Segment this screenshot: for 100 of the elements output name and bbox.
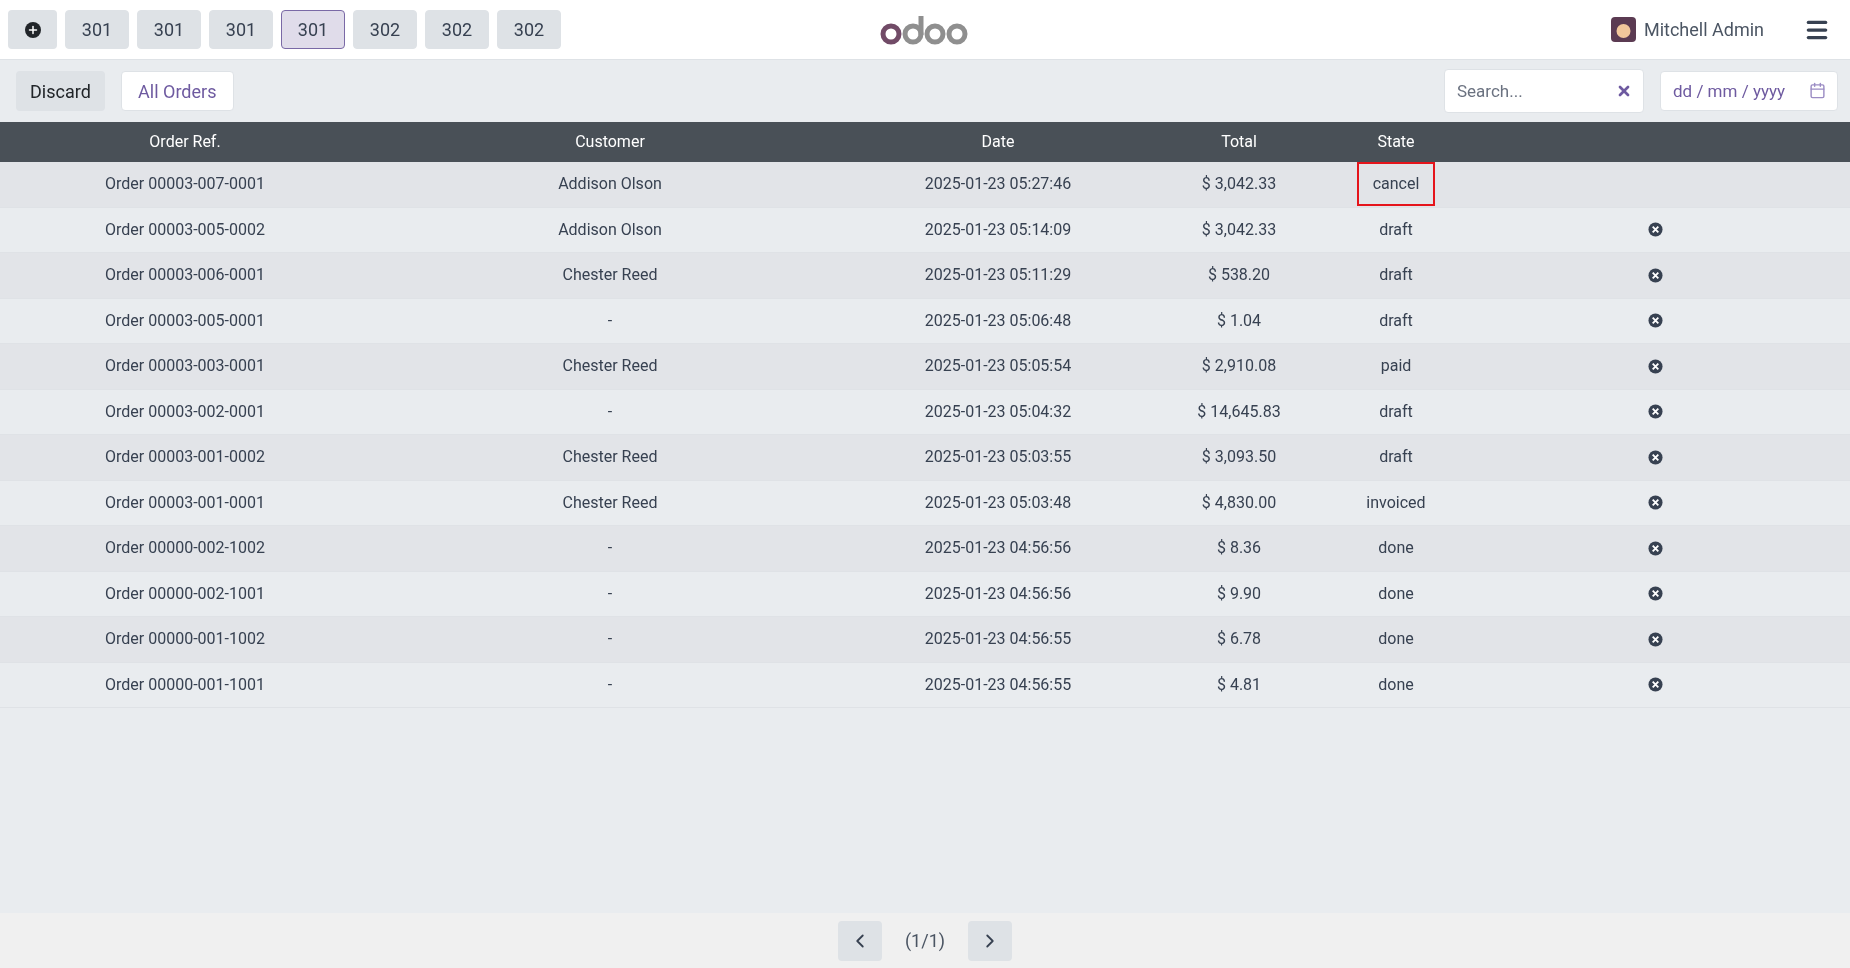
delete-icon[interactable]	[1647, 449, 1663, 465]
table-cell: cancel	[1356, 162, 1436, 207]
table-cell-text: Order 00003-005-0001	[105, 309, 265, 332]
table-tab[interactable]: 301	[281, 10, 345, 49]
table-cell-text: -	[607, 309, 613, 332]
table-tab[interactable]: 302	[497, 10, 561, 49]
table-cell-text: $ 3,093.50	[1201, 446, 1277, 469]
table-cell-text: -	[607, 537, 613, 560]
column-header: State	[1377, 131, 1415, 153]
table-cell-text: draft	[1378, 400, 1414, 423]
table-cell-text: paid	[1379, 355, 1413, 378]
table-cell-text: $ 6.78	[1216, 628, 1262, 651]
table-cell-text: 2025-01-23 04:56:55	[924, 673, 1072, 696]
table-tab[interactable]: 301	[65, 10, 129, 49]
table-cell-text: Order 00003-005-0002	[105, 218, 265, 241]
delete-icon[interactable]	[1647, 267, 1663, 283]
table-cell-text: done	[1377, 673, 1415, 696]
table-row[interactable]: Order 00003-007-0001 Addison Olson 2025-01-23 05:27:46 $ 3,042.33 cancel	[0, 162, 1850, 208]
delete-icon[interactable]	[1647, 404, 1663, 420]
user-name[interactable]: Mitchell Admin	[1643, 16, 1764, 43]
delete-icon[interactable]	[1647, 631, 1663, 647]
delete-icon[interactable]	[1647, 222, 1663, 238]
table-cell-text: $ 8.36	[1216, 537, 1262, 560]
table-cell-text: Order 00003-007-0001	[105, 173, 265, 196]
table-row[interactable]: Order 00000-001-1002 - 2025-01-23 04:56:55 $ 6.78 done	[0, 617, 1850, 663]
table-cell-text: done	[1377, 537, 1415, 560]
table-tab[interactable]: 302	[425, 10, 489, 49]
table-cell-text: 2025-01-23 05:03:55	[924, 446, 1072, 469]
table-cell-text: draft	[1378, 309, 1414, 332]
delete-icon[interactable]	[1647, 495, 1663, 511]
table-cell-text: 2025-01-23 05:03:48	[924, 491, 1072, 514]
discard-button[interactable]: Discard	[16, 71, 105, 111]
logo-icon	[880, 15, 970, 45]
table-cell-text: Chester Reed	[562, 446, 658, 469]
table-cell-text: 2025-01-23 05:11:29	[924, 264, 1072, 287]
table-cell-text: $ 4.81	[1216, 673, 1262, 696]
table-cell-text: Chester Reed	[562, 491, 658, 514]
column-header: Date	[981, 131, 1015, 153]
table-cell-text: -	[607, 582, 613, 605]
table-row[interactable]: Order 00003-003-0001 Chester Reed 2025-01-23 05:05:54 $ 2,910.08 paid	[0, 344, 1850, 390]
table-cell-text: Order 00000-002-1001	[105, 582, 265, 605]
all-orders-button[interactable]: All Orders	[120, 71, 234, 111]
table-cell-text: 2025-01-23 05:05:54	[924, 355, 1072, 378]
plus-icon	[24, 21, 41, 38]
clear-icon[interactable]	[1616, 83, 1632, 99]
table-cell-text: Order 00000-001-1002	[105, 628, 265, 651]
table-row[interactable]: Order 00000-002-1002 - 2025-01-23 04:56:56 $ 8.36 done	[0, 526, 1850, 572]
table-cell-text: Chester Reed	[562, 355, 658, 378]
table-cell-text: 2025-01-23 04:56:55	[924, 628, 1072, 651]
table-cell-text: Order 00000-001-1001	[105, 673, 265, 696]
delete-icon[interactable]	[1647, 586, 1663, 602]
column-header: Total	[1221, 131, 1257, 153]
table-cell-text: 2025-01-23 05:06:48	[924, 309, 1072, 332]
table-cell-text: 2025-01-23 05:14:09	[924, 218, 1072, 241]
table-cell-text: $ 3,042.33	[1201, 218, 1277, 241]
table-cell-text: Order 00000-002-1002	[105, 537, 265, 560]
table-cell-text: $ 2,910.08	[1201, 355, 1277, 378]
add-button[interactable]	[8, 10, 57, 49]
table-cell-text: invoiced	[1365, 491, 1427, 514]
table-cell-text: draft	[1378, 218, 1414, 241]
table-cell-text: -	[607, 673, 613, 696]
delete-icon[interactable]	[1647, 313, 1663, 329]
table-cell-text: Addison Olson	[558, 173, 662, 196]
table-cell-text: done	[1377, 628, 1415, 651]
table-cell-text: done	[1377, 582, 1415, 605]
table-cell-text: draft	[1378, 446, 1414, 469]
table-tab[interactable]: 301	[209, 10, 273, 49]
table-cell-text: $ 538.20	[1207, 264, 1271, 287]
table-tab[interactable]: 301	[137, 10, 201, 49]
delete-icon[interactable]	[1647, 677, 1663, 693]
calendar-icon[interactable]	[1809, 82, 1826, 99]
table-cell-text: -	[607, 628, 613, 651]
table-cell-text: Addison Olson	[558, 218, 662, 241]
page-indicator: (1/1)	[903, 929, 947, 953]
table-cell-text: Order 00003-006-0001	[105, 264, 265, 287]
date-field[interactable]: dd / mm / yyyy	[1660, 71, 1838, 111]
column-header: Order Ref.	[149, 131, 221, 153]
delete-icon[interactable]	[1647, 358, 1663, 374]
table-cell-text: $ 3,042.33	[1201, 173, 1277, 196]
table-cell-text: $ 1.04	[1216, 309, 1262, 332]
table-cell-text: Chester Reed	[562, 264, 658, 287]
delete-icon[interactable]	[1647, 540, 1663, 556]
table-cell-text: -	[607, 400, 613, 423]
table-cell-text: Order 00003-001-0002	[105, 446, 265, 469]
table-cell-text: 2025-01-23 05:27:46	[924, 173, 1072, 196]
table-cell-text: Order 00003-002-0001	[105, 400, 265, 423]
search-field[interactable]: Search...	[1444, 69, 1644, 113]
table-tab[interactable]: 302	[353, 10, 417, 49]
table-cell-text: draft	[1378, 264, 1414, 287]
avatar-icon	[1610, 17, 1636, 42]
table-cell-text: 2025-01-23 04:56:56	[924, 537, 1072, 560]
table-cell-text: $ 14,645.83	[1197, 400, 1281, 423]
table-row[interactable]: Order 00003-001-0002 Chester Reed 2025-01-23 05:03:55 $ 3,093.50 draft	[0, 435, 1850, 481]
table-cell-text: Order 00003-003-0001	[105, 355, 265, 378]
table-cell-text: 2025-01-23 04:56:56	[924, 582, 1072, 605]
column-header: Customer	[575, 131, 645, 153]
table-row[interactable]: Order 00003-006-0001 Chester Reed 2025-01-23 05:11:29 $ 538.20 draft	[0, 253, 1850, 299]
table-cell-text: $ 9.90	[1216, 582, 1262, 605]
table-cell-text: 2025-01-23 05:04:32	[924, 400, 1072, 423]
table-cell-text: Order 00003-001-0001	[105, 491, 265, 514]
